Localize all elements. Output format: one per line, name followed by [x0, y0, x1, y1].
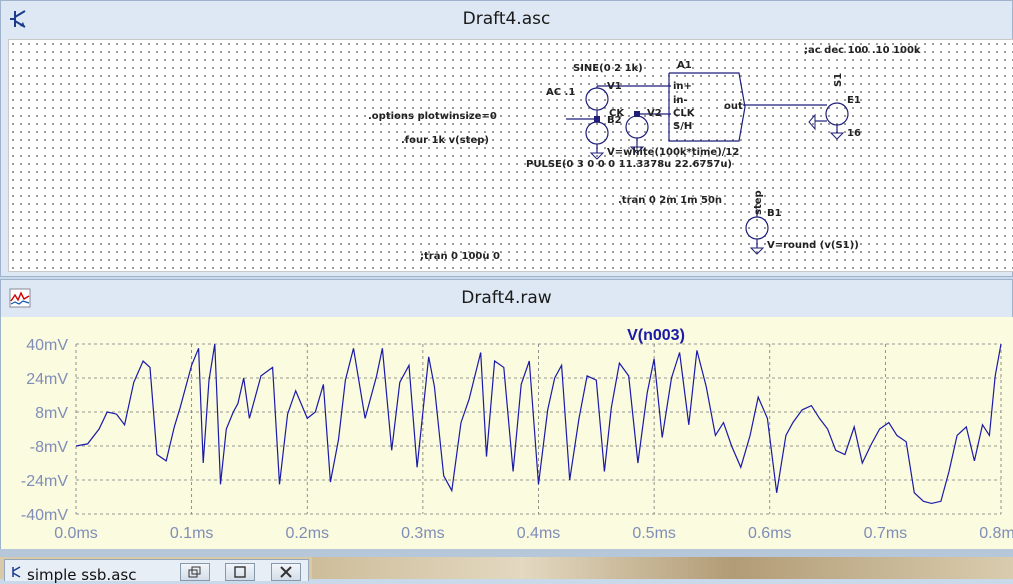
four-directive[interactable]: .four 1k v(step) — [401, 135, 489, 146]
x-tick-label: 0.0ms — [54, 525, 98, 542]
e1-label[interactable]: E1 — [847, 95, 861, 106]
x-tick-label: 0.4ms — [517, 525, 561, 542]
waveform-window[interactable]: Draft4.raw V(n003) 0.0ms 0.1ms 0.2ms 0.3ms 0… — [0, 279, 1013, 550]
a1-clk-pin: CLK — [673, 108, 695, 119]
schematic-canvas[interactable] — [8, 39, 1013, 272]
y-tick-label: 24mV — [26, 371, 68, 388]
restore-icon — [188, 566, 201, 578]
minimized-window-title: simple ssb.asc — [27, 566, 137, 584]
maximize-icon — [234, 566, 246, 578]
schematic-window[interactable]: Draft4.asc ;ac dec 100 .10 100k SINE(0 2… — [0, 0, 1013, 277]
ac-directive[interactable]: ;ac dec 100 .10 100k — [804, 45, 921, 56]
x-tick-label: 0.8ms — [979, 525, 1013, 542]
y-tick-label: -24mV — [21, 473, 68, 490]
b1-label[interactable]: B1 — [767, 208, 782, 219]
e1-gain-label[interactable]: 16 — [847, 128, 861, 139]
waveform-icon — [9, 288, 31, 308]
b2-expression[interactable]: V=white(100k*time)/12 — [607, 147, 739, 158]
x-tick-label: 0.7ms — [864, 525, 908, 542]
x-tick-label: 0.5ms — [632, 525, 676, 542]
close-icon — [280, 566, 292, 578]
maximize-button[interactable] — [225, 563, 255, 581]
schematic-titlebar[interactable]: Draft4.asc — [1, 1, 1012, 37]
step-net-label[interactable]: step — [753, 190, 764, 215]
a1-sh-pin: S/H — [673, 121, 693, 132]
sine-label[interactable]: SINE(0 2 1k) — [573, 63, 643, 74]
tran-comment-directive[interactable]: ;tran 0 100u 0 — [420, 251, 500, 262]
y-tick-label: 40mV — [26, 337, 68, 354]
waveform-plot[interactable]: V(n003) 0.0ms 0.1ms 0.2ms 0.3ms 0.4ms 0.5ms 0.… — [1, 317, 1013, 550]
a1-out-pin: out — [724, 101, 743, 112]
taskbar: simple ssb.asc — [0, 549, 1013, 584]
v2-label[interactable]: V2 — [647, 108, 662, 119]
waveform-titlebar[interactable]: Draft4.raw — [1, 280, 1012, 316]
waveform-title: Draft4.raw — [461, 288, 552, 308]
x-tick-label: 0.1ms — [170, 525, 214, 542]
y-tick-label: -8mV — [30, 439, 69, 456]
minimized-window-tab[interactable]: simple ssb.asc — [4, 559, 309, 584]
x-tick-label: 0.3ms — [401, 525, 445, 542]
a1-label[interactable]: A1 — [677, 60, 692, 71]
trace-label[interactable]: V(n003) — [627, 327, 685, 344]
pulse-label[interactable]: PULSE(0 3 0 0 0 11.3378u 22.6757u) — [526, 159, 732, 170]
tran-directive[interactable]: .tran 0 2m 1m 50n — [618, 195, 722, 206]
transistor-icon — [10, 10, 26, 28]
schematic-title: Draft4.asc — [462, 9, 551, 29]
a1-in-minus-pin: in- — [673, 95, 688, 106]
x-tick-label: 0.2ms — [285, 525, 329, 542]
y-tick-label: -40mV — [21, 507, 68, 524]
close-button[interactable] — [271, 563, 301, 581]
transistor-small-icon — [12, 566, 21, 578]
desktop-background — [312, 557, 1013, 579]
s1-net-label[interactable]: S1 — [833, 73, 844, 87]
restore-button[interactable] — [180, 563, 210, 581]
v1-label[interactable]: V1 — [607, 81, 622, 92]
ac-source-label[interactable]: AC .1 — [546, 87, 575, 98]
b1-expression[interactable]: V=round (v(S1)) — [767, 240, 859, 251]
a1-in-plus-pin: in+ — [673, 81, 692, 92]
b2-label[interactable]: B2 — [607, 115, 622, 126]
x-tick-label: 0.6ms — [748, 525, 792, 542]
y-tick-label: 8mV — [35, 405, 68, 422]
taskbar-strip — [0, 549, 1013, 557]
options-directive[interactable]: .options plotwinsize=0 — [368, 111, 497, 122]
